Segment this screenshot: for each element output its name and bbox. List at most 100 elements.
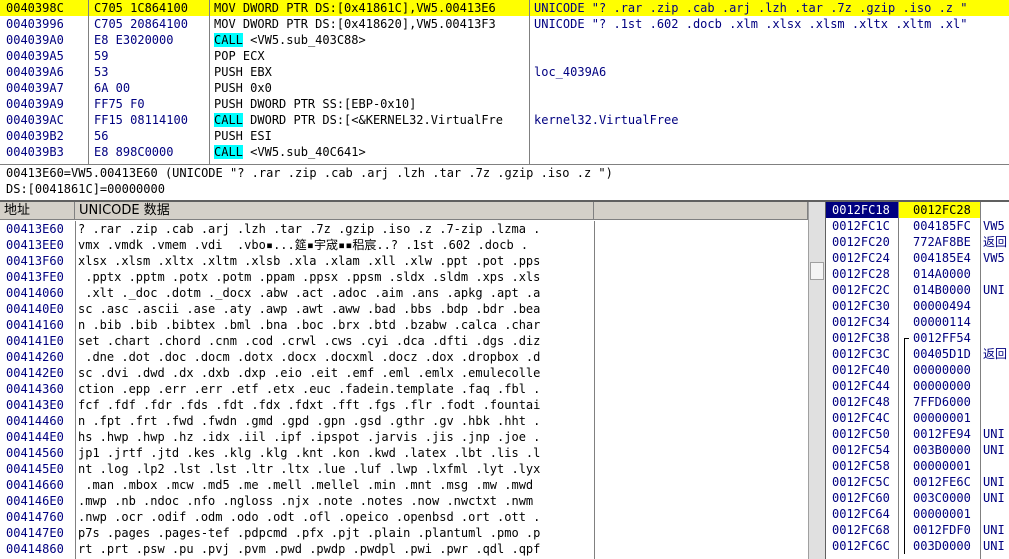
stack-value: 00000001 bbox=[913, 459, 971, 473]
disasm-divider-3 bbox=[529, 0, 530, 164]
stack-row[interactable]: 0012FC3C 00405D1D 返回 bbox=[826, 346, 1009, 362]
dump-scrollbar-thumb[interactable] bbox=[810, 262, 824, 280]
dump-row[interactable]: 00414460 n .fpt .frt .fwd .fwdn .gmd .gpd… bbox=[0, 413, 808, 429]
stack-comment: VW5 bbox=[983, 251, 1005, 265]
dump-address: 00414860 bbox=[6, 542, 64, 556]
stack-row[interactable]: 0012FC40 00000000 bbox=[826, 362, 1009, 378]
dump-pane[interactable]: 地址 UNICODE 数据 00413E60 ? .rar .zip .cab .… bbox=[0, 202, 825, 559]
dump-header-address[interactable]: 地址 bbox=[0, 202, 75, 220]
disasm-row[interactable]: 004039A6 53 PUSH EBX loc_4039A6 bbox=[0, 64, 1009, 80]
stack-address: 0012FC24 bbox=[832, 251, 890, 265]
dump-row[interactable]: 004141E0 set .chart .chord .cnm .cod .crw… bbox=[0, 333, 808, 349]
stack-comment bbox=[981, 410, 1009, 426]
info-pane: 00413E60=VW5.00413E60 (UNICODE "? .rar .… bbox=[0, 165, 1009, 200]
pane-splitter-vertical[interactable] bbox=[825, 202, 826, 559]
dump-row[interactable]: 004145E0 nt .log .lp2 .lst .lst .ltr .ltx… bbox=[0, 461, 808, 477]
stack-row[interactable]: 0012FC50 0012FE94 UNI bbox=[826, 426, 1009, 442]
disasm-row[interactable]: 004039B3 E8 898C0000 CALL <VW5.sub_40C641> bbox=[0, 144, 1009, 160]
stack-comment: 返回 bbox=[983, 235, 1008, 249]
stack-row[interactable]: 0012FC6C 003D0000 UNI bbox=[826, 538, 1009, 554]
dump-row[interactable]: 00414760 .nwp .ocr .odif .odm .odo .odt .… bbox=[0, 509, 808, 525]
stack-comment bbox=[981, 378, 1009, 394]
stack-row[interactable]: 0012FC38 0012FF54 bbox=[826, 330, 1009, 346]
dump-unicode-text: sc .dvi .dwd .dx .dxb .dxp .eio .eit .em… bbox=[78, 366, 541, 380]
stack-row[interactable]: 0012FC28 014A0000 bbox=[826, 266, 1009, 282]
stack-comment bbox=[981, 266, 1009, 282]
instruction-text: DWORD PTR DS:[<&KERNEL32.VirtualFre bbox=[250, 113, 504, 127]
dump-row[interactable]: 00413EE0 vmx .vmdk .vmem .vdi .vbo▪...筵▪宇… bbox=[0, 237, 808, 253]
dump-row[interactable]: 00414660 .man .mbox .mcw .md5 .me .mell … bbox=[0, 477, 808, 493]
disasm-row[interactable]: 004039A5 59 POP ECX bbox=[0, 48, 1009, 64]
stack-row[interactable]: 0012FC18 0012FC28 bbox=[826, 202, 1009, 218]
dump-unicode-text: nt .log .lp2 .lst .lst .ltr .ltx .lue .l… bbox=[78, 462, 541, 476]
stack-row[interactable]: 0012FC30 00000494 bbox=[826, 298, 1009, 314]
stack-row[interactable]: 0012FC48 7FFD6000 bbox=[826, 394, 1009, 410]
dump-row[interactable]: 00414260 .dne .dot .doc .docm .dotx .doc… bbox=[0, 349, 808, 365]
stack-frame-bracket bbox=[904, 394, 905, 410]
stack-row[interactable]: 0012FC20 772AF8BE 返回 bbox=[826, 234, 1009, 250]
stack-comment: UNI bbox=[983, 427, 1005, 441]
dump-row[interactable]: 004142E0 sc .dvi .dwd .dx .dxb .dxp .eio … bbox=[0, 365, 808, 381]
dump-row[interactable]: 004140E0 sc .asc .ascii .ase .aty .awp .a… bbox=[0, 301, 808, 317]
disasm-row[interactable]: 004039A7 6A 00 PUSH 0x0 bbox=[0, 80, 1009, 96]
dump-row[interactable]: 00414560 jp1 .jrtf .jtd .kes .klg .klg .k… bbox=[0, 445, 808, 461]
dump-row[interactable]: 004146E0 .mwp .nb .ndoc .nfo .ngloss .njx… bbox=[0, 493, 808, 509]
dump-divider-2 bbox=[594, 221, 595, 559]
disasm-hex: C705 1C864100 bbox=[89, 0, 209, 16]
stack-address: 0012FC64 bbox=[832, 507, 890, 521]
stack-address: 0012FC44 bbox=[832, 379, 890, 393]
stack-pane[interactable]: 0012FC18 0012FC28 0012FC1C 004185FC VW5 0012F… bbox=[826, 202, 1009, 559]
stack-row[interactable]: 0012FC60 003C0000 UNI bbox=[826, 490, 1009, 506]
disasm-comment bbox=[530, 32, 1009, 48]
disassembly-pane[interactable]: 0040398C C705 1C864100 MOV DWORD PTR DS:[0… bbox=[0, 0, 1009, 164]
disasm-comment: UNICODE "? .1st .602 .docb .xlm .xlsx .x… bbox=[534, 17, 968, 31]
dump-row[interactable]: 00414860 rt .prt .psw .pu .pvj .pvm .pwd … bbox=[0, 541, 808, 557]
stack-address: 0012FC54 bbox=[832, 443, 890, 457]
dump-address: 004140E0 bbox=[6, 302, 64, 316]
stack-comment: 返回 bbox=[983, 347, 1008, 361]
stack-row[interactable]: 0012FC34 00000114 bbox=[826, 314, 1009, 330]
dump-row[interactable]: 00414360 ction .epp .err .err .etf .etx .… bbox=[0, 381, 808, 397]
dump-scrollbar[interactable] bbox=[808, 202, 825, 559]
stack-row[interactable]: 0012FC68 0012FDF0 UNI bbox=[826, 522, 1009, 538]
dump-unicode-text: hs .hwp .hwp .hz .idx .iil .ipf .ipspot … bbox=[78, 430, 541, 444]
dump-row[interactable]: 00413F60 xlsx .xlsm .xltx .xltm .xlsb .xl… bbox=[0, 253, 808, 269]
dump-address: 004145E0 bbox=[6, 462, 64, 476]
disasm-hex: 56 bbox=[94, 129, 109, 143]
stack-row[interactable]: 0012FC58 00000001 bbox=[826, 458, 1009, 474]
dump-row[interactable]: 00414160 n .bib .bib .bibtex .bml .bna .b… bbox=[0, 317, 808, 333]
instruction-text: <VW5.sub_403C88> bbox=[250, 33, 366, 47]
stack-frame-bracket bbox=[904, 346, 905, 362]
dump-row[interactable]: 004147E0 p7s .pages .pages-tef .pdpcmd .p… bbox=[0, 525, 808, 541]
disasm-row[interactable]: 0040398C C705 1C864100 MOV DWORD PTR DS:[0… bbox=[0, 0, 1009, 16]
stack-row[interactable]: 0012FC44 00000000 bbox=[826, 378, 1009, 394]
disasm-row[interactable]: 004039A9 FF75 F0 PUSH DWORD PTR SS:[EBP-0x… bbox=[0, 96, 1009, 112]
stack-row[interactable]: 0012FC5C 0012FE6C UNI bbox=[826, 474, 1009, 490]
stack-row[interactable]: 0012FC1C 004185FC VW5 bbox=[826, 218, 1009, 234]
stack-row[interactable]: 0012FC4C 00000001 bbox=[826, 410, 1009, 426]
dump-row[interactable]: 004143E0 fcf .fdf .fdr .fds .fdt .fdx .fd… bbox=[0, 397, 808, 413]
stack-comment bbox=[981, 362, 1009, 378]
disasm-address: 00403996 bbox=[6, 17, 64, 31]
disasm-row[interactable]: 00403996 C705 20864100 MOV DWORD PTR DS:[0… bbox=[0, 16, 1009, 32]
dump-row[interactable]: 004144E0 hs .hwp .hwp .hz .idx .iil .ipf … bbox=[0, 429, 808, 445]
disasm-row[interactable]: 004039A0 E8 E3020000 CALL <VW5.sub_403C88> bbox=[0, 32, 1009, 48]
dump-row[interactable]: 00413E60 ? .rar .zip .cab .arj .lzh .tar … bbox=[0, 221, 808, 237]
dump-row[interactable]: 00413FE0 .pptx .pptm .potx .potm .ppam .… bbox=[0, 269, 808, 285]
stack-value: 00000000 bbox=[913, 379, 971, 393]
dump-unicode-text: .xlt ._doc .dotm ._docx .abw .act .adoc … bbox=[78, 286, 541, 300]
disasm-row[interactable]: 004039B2 56 PUSH ESI bbox=[0, 128, 1009, 144]
dump-unicode-text: fcf .fdf .fdr .fds .fdt .fdx .fdxt .fft … bbox=[78, 398, 541, 412]
stack-row[interactable]: 0012FC2C 014B0000 UNI bbox=[826, 282, 1009, 298]
stack-row[interactable]: 0012FC64 00000001 bbox=[826, 506, 1009, 522]
stack-row[interactable]: 0012FC54 003B0000 UNI bbox=[826, 442, 1009, 458]
dump-header-unicode[interactable]: UNICODE 数据 bbox=[75, 202, 594, 220]
instruction-text: PUSH ESI bbox=[214, 129, 272, 143]
disasm-row[interactable]: 004039AC FF15 08114100 CALL DWORD PTR DS:[… bbox=[0, 112, 1009, 128]
stack-row[interactable]: 0012FC24 004185E4 VW5 bbox=[826, 250, 1009, 266]
dump-row[interactable]: 00414060 .xlt ._doc .dotm ._docx .abw .a… bbox=[0, 285, 808, 301]
dump-header-blank[interactable] bbox=[594, 202, 808, 220]
instruction-text: POP ECX bbox=[214, 49, 265, 63]
dump-unicode-text: n .fpt .frt .fwd .fwdn .gmd .gpd .gpn .g… bbox=[78, 414, 541, 428]
stack-frame-bracket bbox=[904, 426, 905, 442]
